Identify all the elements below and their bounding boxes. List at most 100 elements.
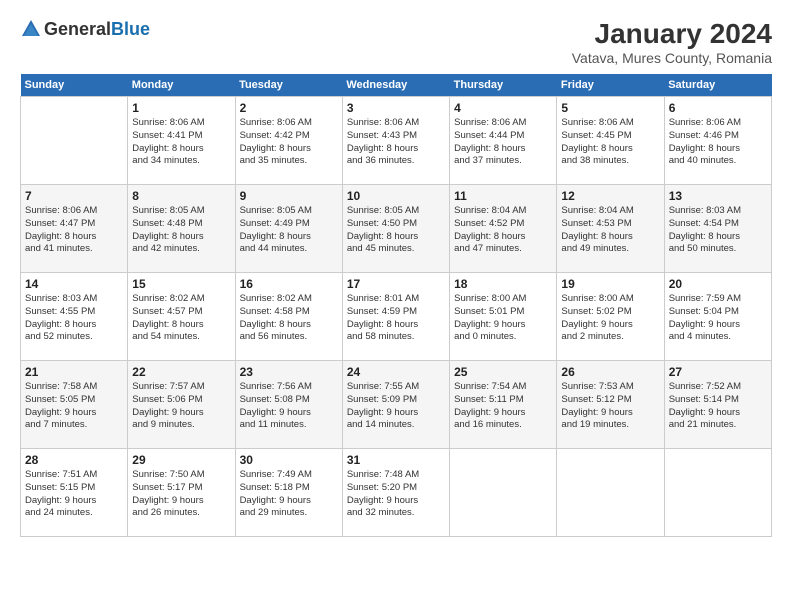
header-monday: Monday bbox=[128, 74, 235, 97]
day-number: 27 bbox=[669, 365, 767, 379]
day-number: 19 bbox=[561, 277, 659, 291]
table-row: 5 Sunrise: 8:06 AMSunset: 4:45 PMDaylight… bbox=[557, 97, 664, 185]
calendar-week-5: 28 Sunrise: 7:51 AMSunset: 5:15 PMDayligh… bbox=[21, 449, 772, 537]
day-info: Sunrise: 8:06 AMSunset: 4:41 PMDaylight:… bbox=[132, 117, 230, 168]
table-row: 6Sunrise: 8:06 AMSunset: 4:46 PMDaylight… bbox=[664, 97, 771, 185]
day-info: Sunrise: 8:06 AMSunset: 4:45 PMDaylight:… bbox=[561, 117, 659, 168]
calendar-week-2: 7 Sunrise: 8:06 AMSunset: 4:47 PMDaylight… bbox=[21, 185, 772, 273]
day-number: 16 bbox=[240, 277, 338, 291]
day-info: Sunrise: 8:06 AMSunset: 4:47 PMDaylight:… bbox=[25, 205, 123, 256]
day-info: Sunrise: 7:51 AMSunset: 5:15 PMDaylight:… bbox=[25, 469, 123, 520]
day-number: 15 bbox=[132, 277, 230, 291]
day-info: Sunrise: 8:04 AMSunset: 4:53 PMDaylight:… bbox=[561, 205, 659, 256]
day-number: 1 bbox=[132, 101, 230, 115]
table-row: 14Sunrise: 8:03 AMSunset: 4:55 PMDayligh… bbox=[21, 273, 128, 361]
day-number: 11 bbox=[454, 189, 552, 203]
day-info: Sunrise: 8:02 AMSunset: 4:58 PMDaylight:… bbox=[240, 293, 338, 344]
table-row bbox=[664, 449, 771, 537]
day-number: 28 bbox=[25, 453, 123, 467]
table-row: 24 Sunrise: 7:55 AMSunset: 5:09 PMDayligh… bbox=[342, 361, 449, 449]
header-saturday: Saturday bbox=[664, 74, 771, 97]
day-info: Sunrise: 7:50 AMSunset: 5:17 PMDaylight:… bbox=[132, 469, 230, 520]
table-row: 8 Sunrise: 8:05 AMSunset: 4:48 PMDaylight… bbox=[128, 185, 235, 273]
calendar-table: Sunday Monday Tuesday Wednesday Thursday… bbox=[20, 74, 772, 537]
day-number: 21 bbox=[25, 365, 123, 379]
header-sunday: Sunday bbox=[21, 74, 128, 97]
day-info: Sunrise: 7:59 AMSunset: 5:04 PMDaylight:… bbox=[669, 293, 767, 344]
day-info: Sunrise: 8:02 AMSunset: 4:57 PMDaylight:… bbox=[132, 293, 230, 344]
header-friday: Friday bbox=[557, 74, 664, 97]
day-info: Sunrise: 7:58 AMSunset: 5:05 PMDaylight:… bbox=[25, 381, 123, 432]
table-row: 12 Sunrise: 8:04 AMSunset: 4:53 PMDayligh… bbox=[557, 185, 664, 273]
day-info: Sunrise: 8:03 AMSunset: 4:54 PMDaylight:… bbox=[669, 205, 767, 256]
table-row: 11 Sunrise: 8:04 AMSunset: 4:52 PMDayligh… bbox=[450, 185, 557, 273]
subtitle: Vatava, Mures County, Romania bbox=[572, 50, 772, 66]
day-number: 8 bbox=[132, 189, 230, 203]
table-row: 19 Sunrise: 8:00 AMSunset: 5:02 PMDayligh… bbox=[557, 273, 664, 361]
day-number: 25 bbox=[454, 365, 552, 379]
day-info: Sunrise: 8:06 AMSunset: 4:46 PMDaylight:… bbox=[669, 117, 767, 168]
logo-icon bbox=[20, 18, 42, 40]
day-number: 7 bbox=[25, 189, 123, 203]
day-info: Sunrise: 8:06 AMSunset: 4:44 PMDaylight:… bbox=[454, 117, 552, 168]
table-row: 7 Sunrise: 8:06 AMSunset: 4:47 PMDaylight… bbox=[21, 185, 128, 273]
day-number: 22 bbox=[132, 365, 230, 379]
table-row bbox=[450, 449, 557, 537]
calendar-week-3: 14Sunrise: 8:03 AMSunset: 4:55 PMDayligh… bbox=[21, 273, 772, 361]
day-number: 29 bbox=[132, 453, 230, 467]
table-row: 20 Sunrise: 7:59 AMSunset: 5:04 PMDayligh… bbox=[664, 273, 771, 361]
table-row: 15 Sunrise: 8:02 AMSunset: 4:57 PMDayligh… bbox=[128, 273, 235, 361]
table-row: 2Sunrise: 8:06 AMSunset: 4:42 PMDaylight… bbox=[235, 97, 342, 185]
calendar-week-4: 21 Sunrise: 7:58 AMSunset: 5:05 PMDayligh… bbox=[21, 361, 772, 449]
header: GeneralBlue January 2024 Vatava, Mures C… bbox=[20, 18, 772, 66]
table-row: 28 Sunrise: 7:51 AMSunset: 5:15 PMDayligh… bbox=[21, 449, 128, 537]
day-info: Sunrise: 8:05 AMSunset: 4:49 PMDaylight:… bbox=[240, 205, 338, 256]
day-info: Sunrise: 8:04 AMSunset: 4:52 PMDaylight:… bbox=[454, 205, 552, 256]
day-number: 26 bbox=[561, 365, 659, 379]
table-row: 1 Sunrise: 8:06 AMSunset: 4:41 PMDaylight… bbox=[128, 97, 235, 185]
day-number: 20 bbox=[669, 277, 767, 291]
header-thursday: Thursday bbox=[450, 74, 557, 97]
day-number: 5 bbox=[561, 101, 659, 115]
day-info: Sunrise: 7:52 AMSunset: 5:14 PMDaylight:… bbox=[669, 381, 767, 432]
table-row: 26Sunrise: 7:53 AMSunset: 5:12 PMDayligh… bbox=[557, 361, 664, 449]
title-block: January 2024 Vatava, Mures County, Roman… bbox=[572, 18, 772, 66]
day-number: 3 bbox=[347, 101, 445, 115]
table-row: 17Sunrise: 8:01 AMSunset: 4:59 PMDayligh… bbox=[342, 273, 449, 361]
table-row: 27 Sunrise: 7:52 AMSunset: 5:14 PMDayligh… bbox=[664, 361, 771, 449]
day-number: 31 bbox=[347, 453, 445, 467]
day-number: 13 bbox=[669, 189, 767, 203]
calendar-week-1: 1 Sunrise: 8:06 AMSunset: 4:41 PMDaylight… bbox=[21, 97, 772, 185]
day-info: Sunrise: 7:57 AMSunset: 5:06 PMDaylight:… bbox=[132, 381, 230, 432]
logo: GeneralBlue bbox=[20, 18, 150, 40]
table-row: 9 Sunrise: 8:05 AMSunset: 4:49 PMDaylight… bbox=[235, 185, 342, 273]
table-row: 23 Sunrise: 7:56 AMSunset: 5:08 PMDayligh… bbox=[235, 361, 342, 449]
table-row: 13 Sunrise: 8:03 AMSunset: 4:54 PMDayligh… bbox=[664, 185, 771, 273]
day-number: 9 bbox=[240, 189, 338, 203]
table-row: 29 Sunrise: 7:50 AMSunset: 5:17 PMDayligh… bbox=[128, 449, 235, 537]
day-info: Sunrise: 7:56 AMSunset: 5:08 PMDaylight:… bbox=[240, 381, 338, 432]
day-info: Sunrise: 8:00 AMSunset: 5:02 PMDaylight:… bbox=[561, 293, 659, 344]
day-info: Sunrise: 7:55 AMSunset: 5:09 PMDaylight:… bbox=[347, 381, 445, 432]
day-number: 4 bbox=[454, 101, 552, 115]
day-number: 17 bbox=[347, 277, 445, 291]
table-row: 4 Sunrise: 8:06 AMSunset: 4:44 PMDaylight… bbox=[450, 97, 557, 185]
day-info: Sunrise: 8:00 AMSunset: 5:01 PMDaylight:… bbox=[454, 293, 552, 344]
month-title: January 2024 bbox=[572, 18, 772, 50]
table-row: 10Sunrise: 8:05 AMSunset: 4:50 PMDayligh… bbox=[342, 185, 449, 273]
day-info: Sunrise: 8:06 AMSunset: 4:43 PMDaylight:… bbox=[347, 117, 445, 168]
table-row bbox=[21, 97, 128, 185]
day-number: 18 bbox=[454, 277, 552, 291]
day-info: Sunrise: 7:54 AMSunset: 5:11 PMDaylight:… bbox=[454, 381, 552, 432]
table-row bbox=[557, 449, 664, 537]
day-number: 12 bbox=[561, 189, 659, 203]
day-number: 23 bbox=[240, 365, 338, 379]
day-info: Sunrise: 8:05 AMSunset: 4:48 PMDaylight:… bbox=[132, 205, 230, 256]
day-number: 14 bbox=[25, 277, 123, 291]
table-row: 30Sunrise: 7:49 AMSunset: 5:18 PMDayligh… bbox=[235, 449, 342, 537]
logo-general-text: General bbox=[44, 19, 111, 40]
day-number: 24 bbox=[347, 365, 445, 379]
table-row: 22 Sunrise: 7:57 AMSunset: 5:06 PMDayligh… bbox=[128, 361, 235, 449]
day-number: 10 bbox=[347, 189, 445, 203]
table-row: 3 Sunrise: 8:06 AMSunset: 4:43 PMDaylight… bbox=[342, 97, 449, 185]
